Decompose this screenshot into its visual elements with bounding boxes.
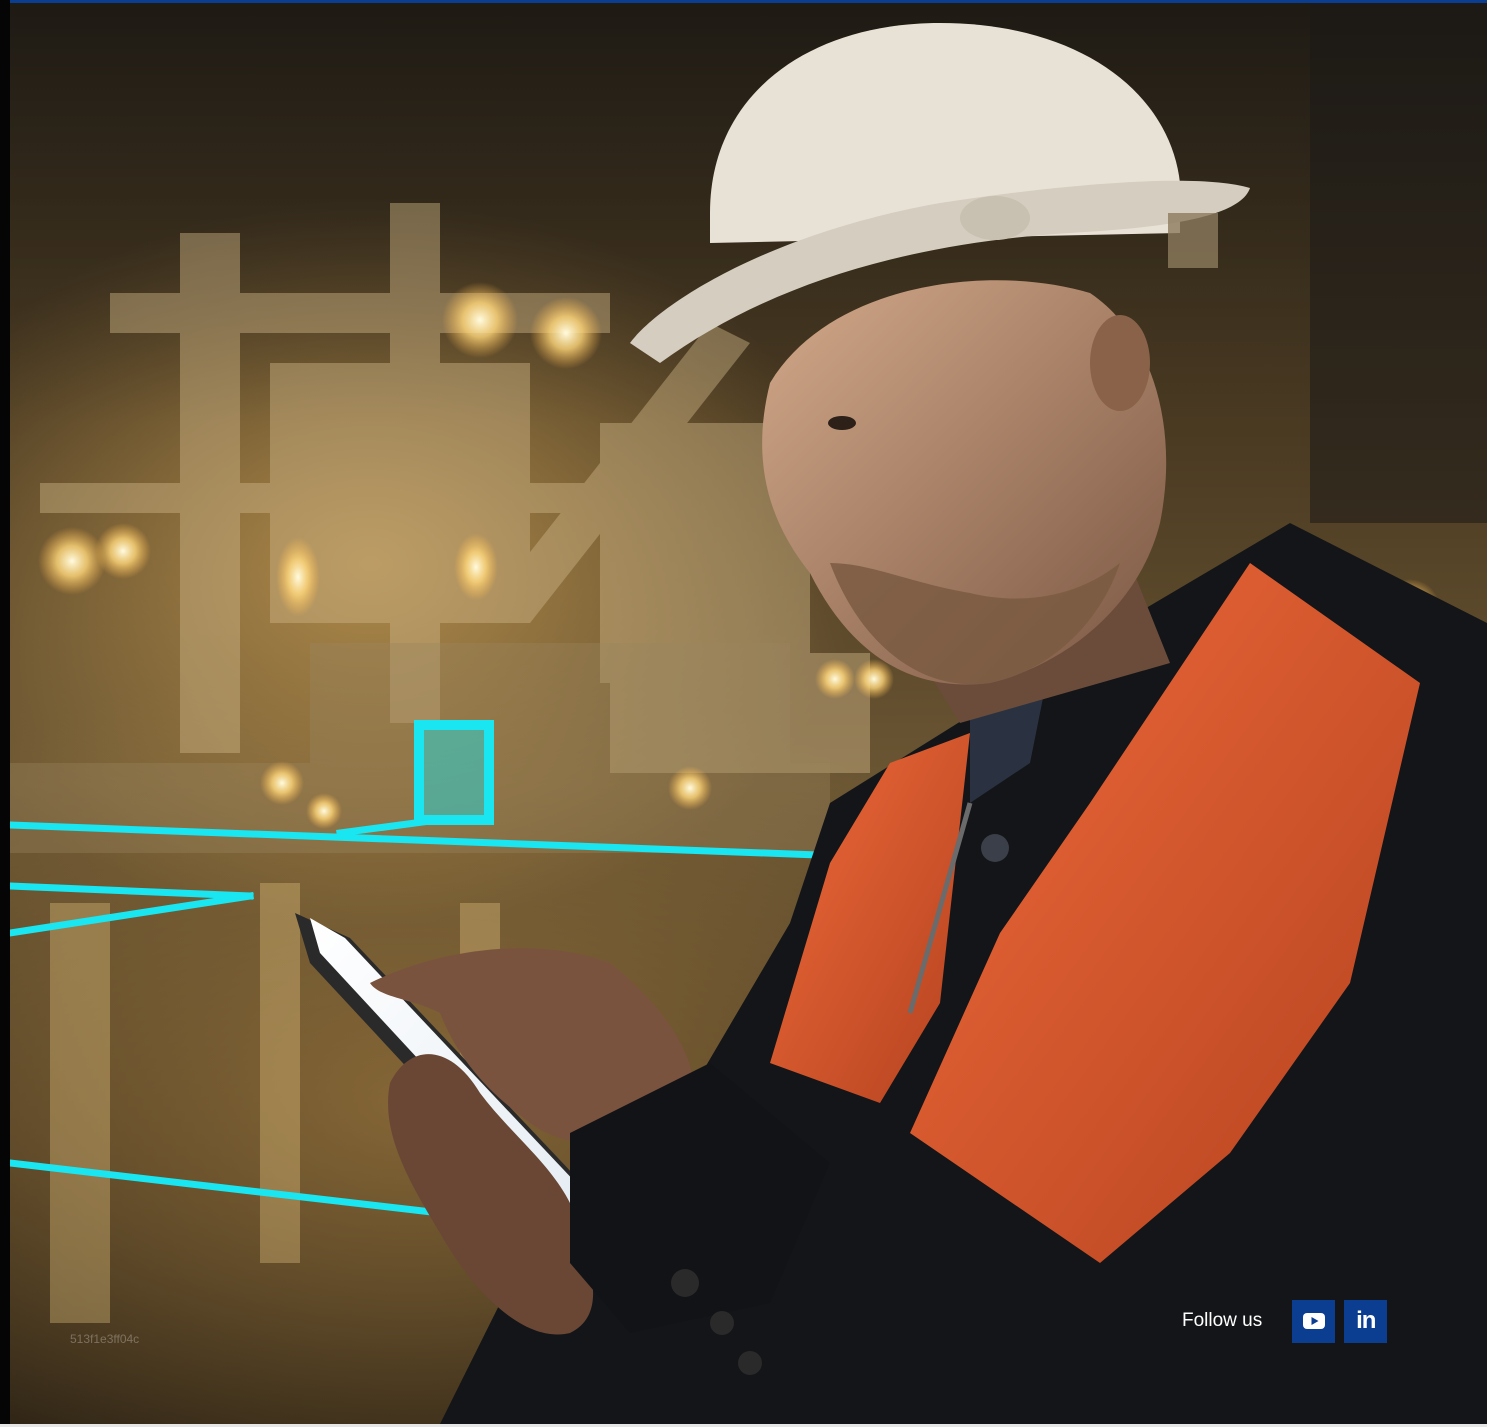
linkedin-icon: in <box>1356 1307 1376 1334</box>
top-accent-bar <box>0 0 1487 3</box>
hero-image <box>10 3 1487 1424</box>
youtube-icon <box>1302 1313 1325 1329</box>
follow-us-label: Follow us <box>1182 1310 1263 1331</box>
linkedin-button[interactable]: in <box>1344 1299 1388 1343</box>
left-edge-bar <box>0 0 10 1427</box>
youtube-button[interactable] <box>1292 1299 1336 1343</box>
image-id-label: 513f1e3ff04c <box>70 1332 140 1346</box>
follow-us-bar: Follow us in <box>1182 1297 1388 1345</box>
hero-photo-illustration <box>10 3 1487 1424</box>
page: 513f1e3ff04c Follow us in <box>0 0 1487 1427</box>
